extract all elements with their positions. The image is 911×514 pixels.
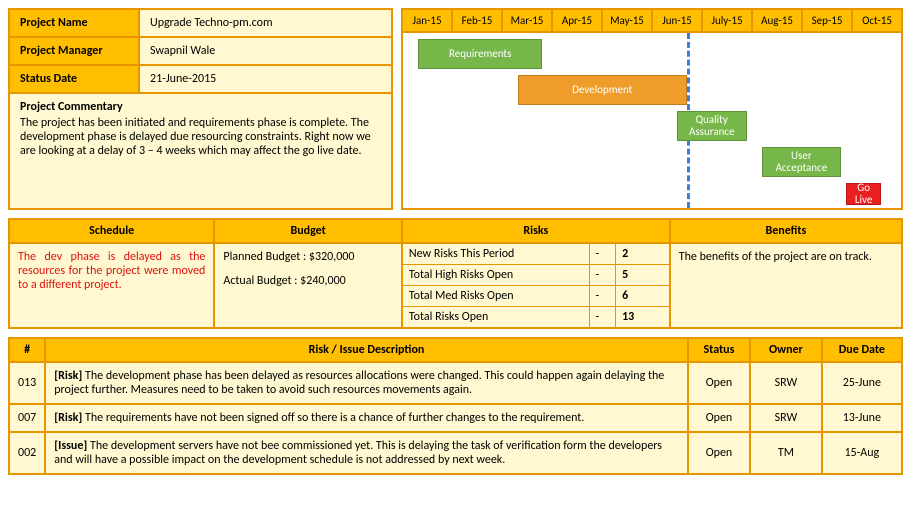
month-cell: Sep-15 <box>803 10 853 31</box>
risk-row-val: 13 <box>622 310 634 324</box>
label-project-manager: Project Manager <box>10 38 140 64</box>
gantt-panel: Jan-15 Feb-15 Mar-15 Apr-15 May-15 Jun-1… <box>401 8 903 210</box>
budget-cell: Planned Budget : $320,000 Actual Budget … <box>214 243 402 328</box>
month-cell: July-15 <box>703 10 753 31</box>
risk-row-label: Total High Risks Open <box>403 265 589 286</box>
risk-row-dash: - <box>589 244 616 265</box>
issue-header-owner: Owner <box>750 338 821 362</box>
month-cell: Jan-15 <box>403 10 453 31</box>
month-cell: May-15 <box>603 10 653 31</box>
header-benefits: Benefits <box>670 219 902 243</box>
issue-desc: [Risk] The requirements have not been si… <box>45 404 687 432</box>
issue-owner: SRW <box>750 362 821 404</box>
project-info-panel: Project Name Upgrade Techno-pm.com Proje… <box>8 8 393 210</box>
risk-row-label: Total Risks Open <box>403 307 589 328</box>
risk-row-dash: - <box>589 286 616 307</box>
risk-row-val: 2 <box>622 247 628 261</box>
issue-header-desc: Risk / Issue Description <box>45 338 687 362</box>
gantt-months-header: Jan-15 Feb-15 Mar-15 Apr-15 May-15 Jun-1… <box>403 10 901 33</box>
risk-issue-table: # Risk / Issue Description Status Owner … <box>8 337 903 475</box>
gantt-body: Requirements Development QualityAssuranc… <box>403 33 901 208</box>
issue-owner: SRW <box>750 404 821 432</box>
budget-planned: Planned Budget : $320,000 <box>223 250 393 264</box>
bar-golive: GoLive <box>846 183 881 205</box>
issue-desc: [Issue] The development servers have not… <box>45 432 687 474</box>
risks-cell: New Risks This Period-2 Total High Risks… <box>402 243 670 328</box>
issue-due: 15-Aug <box>822 432 902 474</box>
value-status-date: 21-June-2015 <box>140 66 391 92</box>
benefits-text: The benefits of the project are on track… <box>670 243 902 328</box>
issue-due: 13-June <box>822 404 902 432</box>
issue-id: 013 <box>9 362 45 404</box>
month-cell: Feb-15 <box>453 10 503 31</box>
issue-status: Open <box>688 404 751 432</box>
header-schedule: Schedule <box>9 219 214 243</box>
risk-row-val: 5 <box>622 268 628 282</box>
risk-row-label: Total Med Risks Open <box>403 286 589 307</box>
bar-qa: QualityAssurance <box>677 111 747 141</box>
value-project-manager: Swapnil Wale <box>140 38 391 64</box>
header-risks: Risks <box>402 219 670 243</box>
issue-due: 25-June <box>822 362 902 404</box>
commentary-title: Project Commentary <box>20 100 381 114</box>
issue-owner: TM <box>750 432 821 474</box>
month-cell: Oct-15 <box>853 10 901 31</box>
header-budget: Budget <box>214 219 402 243</box>
bar-ua: UserAcceptance <box>762 147 842 177</box>
risk-row-label: New Risks This Period <box>403 244 589 265</box>
label-project-name: Project Name <box>10 10 140 36</box>
risk-row-dash: - <box>589 265 616 286</box>
issue-id: 007 <box>9 404 45 432</box>
schedule-text: The dev phase is delayed as the resource… <box>9 243 214 328</box>
value-project-name: Upgrade Techno-pm.com <box>140 10 391 36</box>
table-row: 007 [Risk] The requirements have not bee… <box>9 404 902 432</box>
risk-row-val: 6 <box>622 289 628 303</box>
issue-desc: [Risk] [Risk] The development phase has … <box>45 362 687 404</box>
issue-header-status: Status <box>688 338 751 362</box>
commentary-text: The project has been initiated and requi… <box>20 116 381 158</box>
label-status-date: Status Date <box>10 66 140 92</box>
table-row: 013 [Risk] [Risk] The development phase … <box>9 362 902 404</box>
bar-development: Development <box>518 75 687 105</box>
mid-summary-table: Schedule Budget Risks Benefits The dev p… <box>8 218 903 329</box>
risk-row-dash: - <box>589 307 616 328</box>
month-cell: Mar-15 <box>503 10 553 31</box>
bar-requirements: Requirements <box>418 39 543 69</box>
issue-header-id: # <box>9 338 45 362</box>
issue-header-due: Due Date <box>822 338 902 362</box>
month-cell: Aug-15 <box>753 10 803 31</box>
issue-id: 002 <box>9 432 45 474</box>
budget-actual: Actual Budget : $240,000 <box>223 274 393 288</box>
month-cell: Apr-15 <box>553 10 603 31</box>
table-row: 002 [Issue] The development servers have… <box>9 432 902 474</box>
month-cell: Jun-15 <box>653 10 703 31</box>
issue-status: Open <box>688 432 751 474</box>
issue-status: Open <box>688 362 751 404</box>
